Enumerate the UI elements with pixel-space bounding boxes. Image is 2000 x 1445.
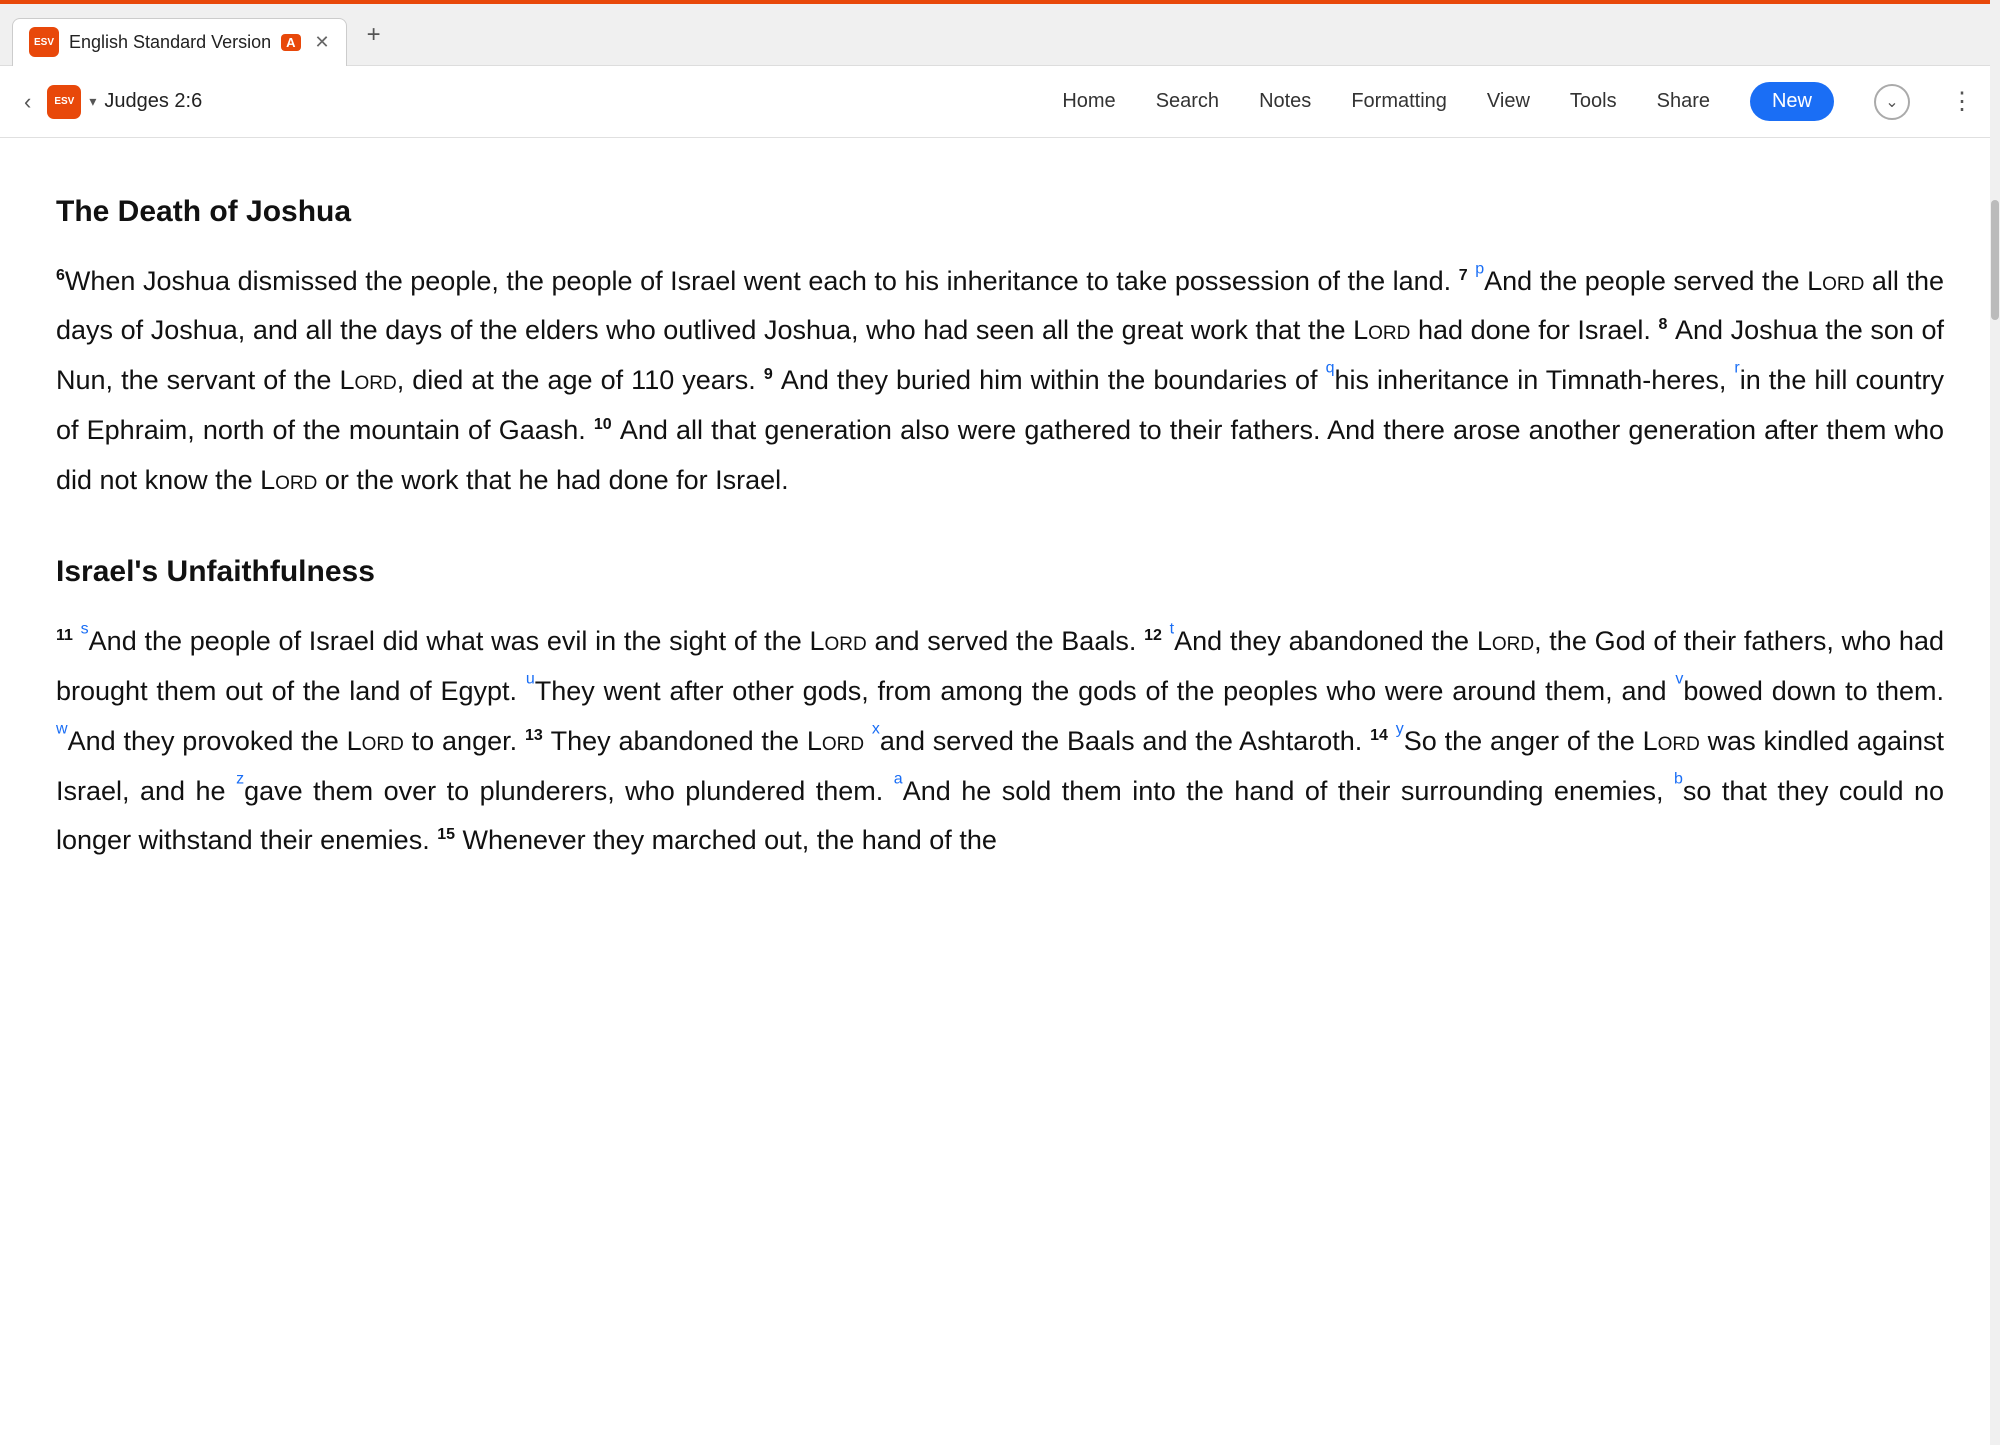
verse-number-12: 12 bbox=[1144, 627, 1162, 644]
verse-number-10: 10 bbox=[594, 416, 612, 433]
footnote-y[interactable]: y bbox=[1396, 727, 1404, 744]
verse-number-9: 9 bbox=[764, 366, 773, 383]
verse-number-14: 14 bbox=[1370, 727, 1388, 744]
tab-close-button[interactable]: ✕ bbox=[315, 32, 330, 53]
navigation-menu: Home Search Notes Formatting View Tools … bbox=[1062, 82, 1976, 121]
scrollbar-thumb[interactable] bbox=[1991, 200, 1999, 320]
bible-content: The Death of Joshua 6When Joshua dismiss… bbox=[0, 138, 2000, 926]
back-button[interactable]: ‹ bbox=[24, 89, 31, 115]
verse-number-7: 7 bbox=[1459, 267, 1468, 284]
expand-button[interactable]: ⌄ bbox=[1874, 84, 1910, 120]
location-selector[interactable]: ESV ▾ Judges 2:6 bbox=[47, 85, 202, 119]
verse-number-6: 6 bbox=[56, 267, 65, 284]
new-tab-button[interactable]: + bbox=[359, 17, 389, 53]
footnote-t[interactable]: t bbox=[1170, 627, 1174, 644]
verse-number-15: 15 bbox=[437, 826, 455, 843]
lord-text-3: Lord bbox=[339, 365, 396, 395]
lord-text-7: Lord bbox=[347, 726, 404, 756]
home-nav-item[interactable]: Home bbox=[1062, 90, 1115, 113]
notes-nav-item[interactable]: Notes bbox=[1259, 90, 1311, 113]
verse-paragraph-1: 6When Joshua dismissed the people, the p… bbox=[56, 257, 1944, 507]
lord-text-2: Lord bbox=[1353, 315, 1410, 345]
verse-paragraph-2: 11 sAnd the people of Israel did what wa… bbox=[56, 617, 1944, 867]
scrollbar[interactable] bbox=[1990, 0, 2000, 1445]
translation-icon: ESV bbox=[47, 85, 81, 119]
new-button[interactable]: New bbox=[1750, 82, 1834, 121]
footnote-p[interactable]: p bbox=[1475, 267, 1484, 284]
formatting-nav-item[interactable]: Formatting bbox=[1351, 90, 1447, 113]
footnote-w[interactable]: w bbox=[56, 727, 68, 744]
lord-text-6: Lord bbox=[1477, 626, 1534, 656]
lord-text-5: Lord bbox=[809, 626, 866, 656]
footnote-s[interactable]: s bbox=[81, 627, 89, 644]
footnote-a[interactable]: a bbox=[894, 777, 903, 794]
nav-bar: ‹ ESV ▾ Judges 2:6 Home Search Notes For… bbox=[0, 66, 2000, 138]
footnote-x[interactable]: x bbox=[872, 727, 880, 744]
tab-bar: ESV English Standard Version A ✕ + bbox=[0, 4, 2000, 66]
tab-title: English Standard Version bbox=[69, 32, 271, 53]
share-nav-item[interactable]: Share bbox=[1657, 90, 1710, 113]
lord-text-4: Lord bbox=[260, 465, 317, 495]
search-nav-item[interactable]: Search bbox=[1156, 90, 1219, 113]
verse-number-11: 11 bbox=[56, 627, 73, 644]
footnote-r[interactable]: r bbox=[1734, 366, 1739, 383]
verse-number-8: 8 bbox=[1658, 316, 1667, 333]
lord-text-8: Lord bbox=[807, 726, 864, 756]
more-options-button[interactable]: ⋮ bbox=[1950, 87, 1976, 116]
browser-tab[interactable]: ESV English Standard Version A ✕ bbox=[12, 18, 347, 66]
footnote-b[interactable]: b bbox=[1674, 777, 1683, 794]
verse-number-13: 13 bbox=[525, 727, 543, 744]
view-nav-item[interactable]: View bbox=[1487, 90, 1530, 113]
ellipsis-icon: ⋮ bbox=[1950, 88, 1976, 115]
footnote-v[interactable]: v bbox=[1675, 677, 1683, 694]
tools-nav-item[interactable]: Tools bbox=[1570, 90, 1617, 113]
lord-text-9: Lord bbox=[1643, 726, 1700, 756]
tab-badge: A bbox=[281, 34, 300, 51]
section-heading-1: The Death of Joshua bbox=[56, 186, 1944, 239]
footnote-q[interactable]: q bbox=[1326, 366, 1335, 383]
chevron-down-icon: ⌄ bbox=[1885, 92, 1898, 112]
section-heading-2: Israel's Unfaithfulness bbox=[56, 546, 1944, 599]
location-text: Judges 2:6 bbox=[104, 90, 202, 113]
location-caret-icon: ▾ bbox=[89, 93, 96, 110]
footnote-z[interactable]: z bbox=[236, 777, 244, 794]
tab-favicon: ESV bbox=[29, 27, 59, 57]
footnote-u[interactable]: u bbox=[526, 677, 535, 694]
lord-text: Lord bbox=[1807, 266, 1864, 296]
